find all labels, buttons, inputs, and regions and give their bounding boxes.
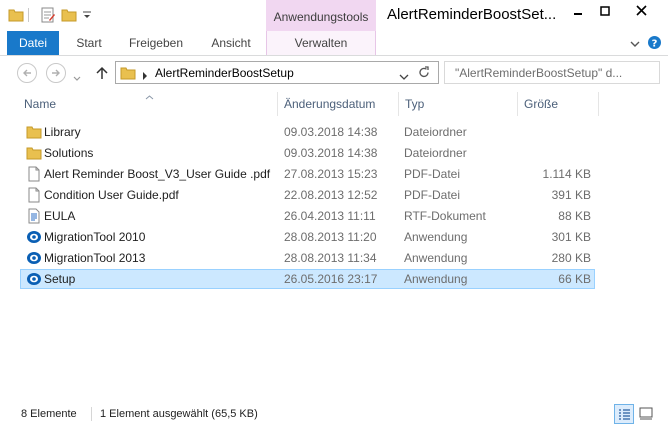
file-name: Solutions xyxy=(44,146,94,160)
column-name[interactable]: Name xyxy=(18,92,278,116)
file-date: 09.03.2018 14:38 xyxy=(284,146,378,160)
file-type: PDF-Datei xyxy=(404,167,461,181)
tab-file[interactable]: Datei xyxy=(7,31,59,55)
file-date: 09.03.2018 14:38 xyxy=(284,125,378,139)
file-row[interactable]: Condition User Guide.pdf 22.08.2013 12:5… xyxy=(20,185,595,205)
file-size: 88 KB xyxy=(558,209,591,223)
file-date: 26.04.2013 11:11 xyxy=(284,209,376,223)
large-icons-view-icon xyxy=(639,407,653,420)
back-button[interactable] xyxy=(17,63,37,83)
file-row[interactable]: MigrationTool 2013 28.08.2013 11:34 Anwe… xyxy=(20,248,595,268)
file-type: Dateiordner xyxy=(404,146,467,160)
file-date: 28.08.2013 11:34 xyxy=(284,251,377,265)
file-row[interactable]: Solutions 09.03.2018 14:38 Dateiordner xyxy=(20,143,595,163)
file-size: 1.114 KB xyxy=(542,167,591,181)
context-tab-group: Anwendungstools xyxy=(266,0,376,31)
document-icon xyxy=(26,166,42,182)
search-box[interactable]: "AlertReminderBoostSetup" d... xyxy=(444,61,660,84)
file-name: Alert Reminder Boost_V3_User Guide .pdf xyxy=(44,167,271,181)
arrow-left-icon xyxy=(23,69,31,77)
search-placeholder: "AlertReminderBoostSetup" d... xyxy=(455,66,623,80)
file-date: 28.08.2013 11:20 xyxy=(284,230,377,244)
application-icon xyxy=(26,250,42,266)
customize-qat-icon[interactable] xyxy=(82,9,92,23)
help-icon[interactable]: ? xyxy=(647,35,662,53)
file-name: EULA xyxy=(44,209,76,223)
details-view-button[interactable] xyxy=(614,404,634,424)
tab-share[interactable]: Freigeben xyxy=(122,31,190,55)
file-type: Anwendung xyxy=(404,230,468,244)
file-name: Setup xyxy=(44,272,76,286)
file-date: 27.08.2013 15:23 xyxy=(284,167,378,181)
file-size: 391 KB xyxy=(551,188,591,202)
file-row[interactable]: MigrationTool 2010 28.08.2013 11:20 Anwe… xyxy=(20,227,595,247)
properties-icon[interactable] xyxy=(40,7,56,26)
file-type: Dateiordner xyxy=(404,125,467,139)
folder-icon xyxy=(26,124,42,140)
minimize-button[interactable] xyxy=(564,0,591,21)
item-count: 8 Elemente xyxy=(21,408,77,420)
file-name: MigrationTool 2010 xyxy=(44,230,146,244)
file-date: 22.08.2013 12:52 xyxy=(284,188,378,202)
details-view-icon xyxy=(619,409,630,420)
file-row-selected[interactable]: Setup 26.05.2016 23:17 Anwendung 66 KB xyxy=(20,269,595,289)
file-row[interactable]: Library 09.03.2018 14:38 Dateiordner xyxy=(20,122,595,142)
refresh-icon[interactable] xyxy=(418,66,430,82)
up-icon[interactable] xyxy=(96,66,108,83)
status-bar: 8 Elemente 1 Element ausgewählt (65,5 KB… xyxy=(0,401,668,432)
expand-ribbon-icon[interactable] xyxy=(630,38,640,52)
large-icons-view-button[interactable] xyxy=(637,404,657,424)
folder-icon xyxy=(26,145,42,161)
breadcrumb-arrow-icon[interactable] xyxy=(142,69,148,83)
maximize-icon xyxy=(599,5,610,16)
file-name: Library xyxy=(44,125,81,139)
file-date: 26.05.2016 23:17 xyxy=(284,272,378,286)
context-tab-group-label: Anwendungstools xyxy=(273,10,369,24)
close-button[interactable] xyxy=(618,0,664,21)
close-icon xyxy=(635,5,647,16)
window-title: AlertReminderBoostSet... xyxy=(387,6,557,23)
title-bar: Anwendungstools AlertReminderBoostSet... xyxy=(0,0,668,31)
address-bar[interactable]: AlertReminderBoostSetup xyxy=(115,61,439,84)
folder-icon xyxy=(120,65,136,84)
minimize-icon xyxy=(573,12,582,15)
file-size: 280 KB xyxy=(551,251,591,265)
svg-text:?: ? xyxy=(652,39,658,50)
file-type: Anwendung xyxy=(404,272,468,286)
tab-view[interactable]: Ansicht xyxy=(203,31,259,55)
file-row[interactable]: EULA 26.04.2013 11:11 RTF-Dokument 88 KB xyxy=(20,206,595,226)
tab-manage[interactable]: Verwalten xyxy=(280,31,362,55)
arrow-right-icon xyxy=(52,69,60,77)
selection-info: 1 Element ausgewählt (65,5 KB) xyxy=(100,408,258,420)
tab-home[interactable]: Start xyxy=(64,31,114,55)
file-name: Condition User Guide.pdf xyxy=(44,188,179,202)
file-type: RTF-Dokument xyxy=(404,209,486,223)
file-type: Anwendung xyxy=(404,251,468,265)
column-type[interactable]: Typ xyxy=(399,92,518,116)
navigation-bar: AlertReminderBoostSetup "AlertReminderBo… xyxy=(0,56,668,90)
forward-button[interactable] xyxy=(46,63,66,83)
application-icon xyxy=(26,229,42,245)
file-name: MigrationTool 2013 xyxy=(44,251,146,265)
document-icon xyxy=(26,187,42,203)
column-headers: Name Änderungsdatum Typ Größe xyxy=(0,92,668,116)
file-size: 66 KB xyxy=(558,272,591,286)
ribbon: Datei Start Freigeben Ansicht Verwalten … xyxy=(0,31,668,56)
new-folder-icon[interactable] xyxy=(61,7,77,26)
address-dropdown-icon[interactable] xyxy=(399,70,409,84)
file-type: PDF-Datei xyxy=(404,188,461,202)
maximize-button[interactable] xyxy=(591,0,618,21)
column-date[interactable]: Änderungsdatum xyxy=(278,92,399,116)
breadcrumb[interactable]: AlertReminderBoostSetup xyxy=(155,66,294,80)
file-row[interactable]: Alert Reminder Boost_V3_User Guide .pdf … xyxy=(20,164,595,184)
file-size: 301 KB xyxy=(551,230,591,244)
application-icon xyxy=(26,271,42,287)
recent-locations-icon[interactable] xyxy=(73,71,81,85)
rtf-document-icon xyxy=(26,208,42,224)
column-size[interactable]: Größe xyxy=(518,92,599,116)
folder-icon[interactable] xyxy=(8,7,24,26)
